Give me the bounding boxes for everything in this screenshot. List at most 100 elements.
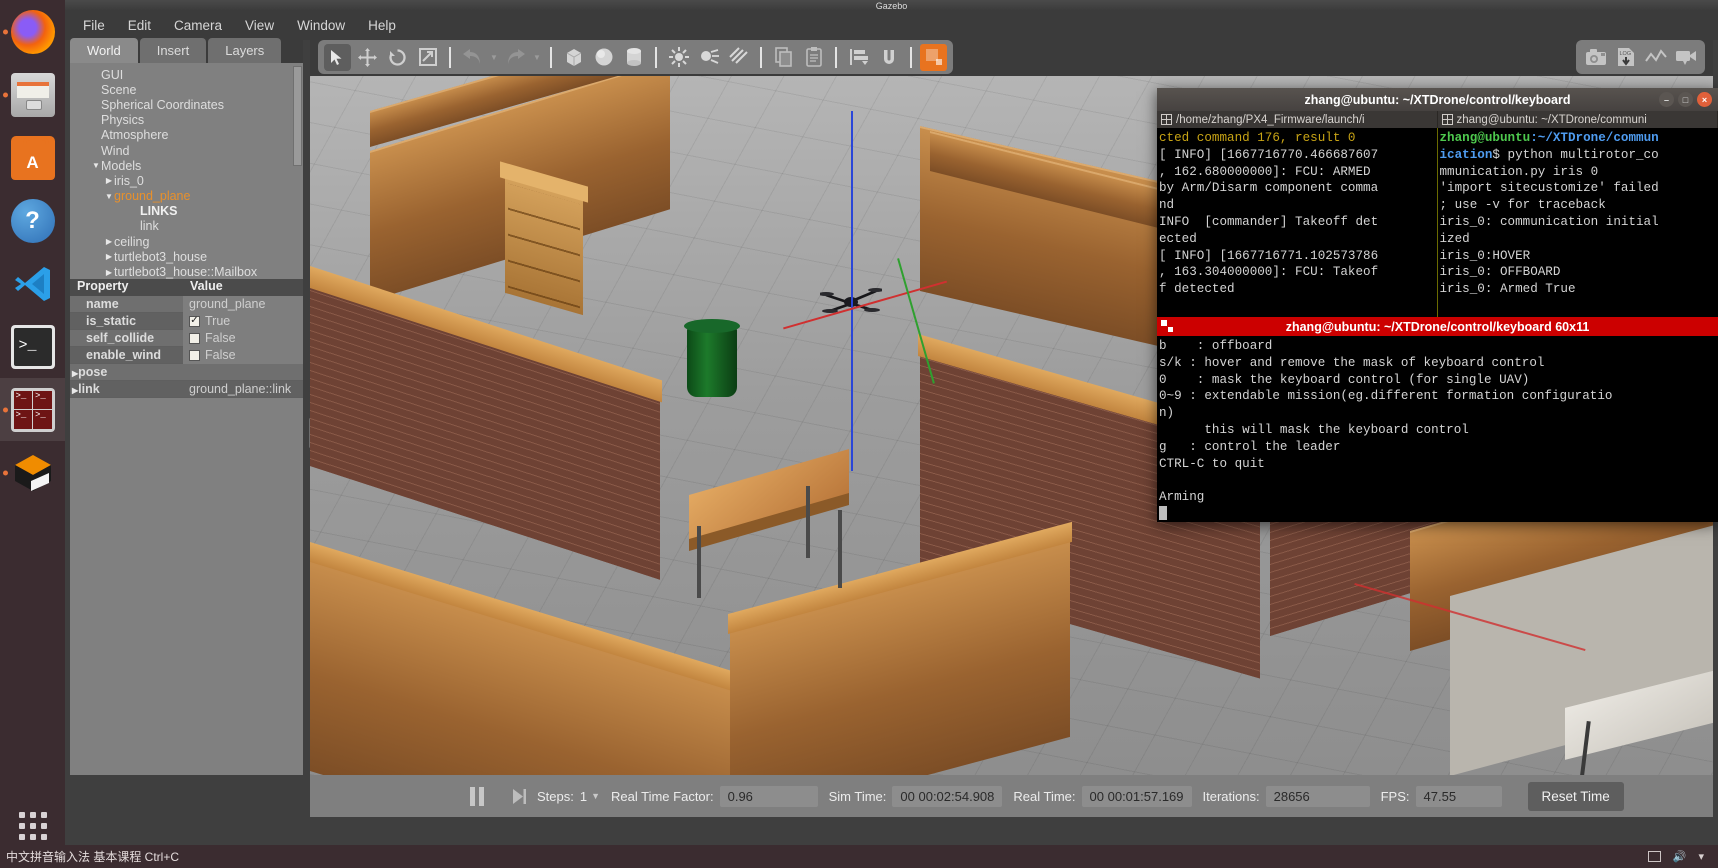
terminal-line: [ INFO] [1667716770.466687607 [1159, 147, 1379, 162]
sphere-icon[interactable] [590, 44, 617, 71]
launcher-item-help[interactable]: ? [0, 189, 65, 252]
tree-item-ground-plane[interactable]: ▼ ground_plane [70, 189, 303, 204]
launcher-item-firefox[interactable] [0, 0, 65, 63]
chevron-right-icon[interactable]: ▶ [104, 176, 114, 185]
tree-item-spherical-coordinates[interactable]: Spherical Coordinates [70, 97, 303, 112]
tree-item-label: turtlebot3_house [114, 249, 208, 264]
tree-item-iris-0[interactable]: ▶ iris_0 [70, 173, 303, 188]
launcher-item-software-store[interactable] [0, 126, 65, 189]
undo-dropdown-caret[interactable]: ▼ [489, 53, 499, 62]
box-icon[interactable] [560, 44, 587, 71]
tree-item-gui[interactable]: GUI [70, 67, 303, 82]
iterations-label: Iterations: [1202, 788, 1260, 804]
tree-item-physics[interactable]: Physics [70, 113, 303, 128]
tree-item-models[interactable]: ▼ Models [70, 158, 303, 173]
property-table: name ground_plane is_static ✓ True self_colli… [70, 295, 303, 398]
tree-item-wind[interactable]: Wind [70, 143, 303, 158]
terminal-titlebar[interactable]: zhang@ubuntu: ~/XTDrone/control/keyboard… [1157, 88, 1718, 111]
terminal-pane-keyboard[interactable]: b : offboard s/k : hover and remove the m… [1157, 336, 1718, 522]
tab-layers[interactable]: Layers [208, 38, 282, 63]
select-mode-icon[interactable] [324, 43, 351, 71]
property-row-name[interactable]: name ground_plane [70, 295, 303, 313]
chevron-down-icon[interactable]: ▼ [104, 192, 114, 201]
video-record-icon[interactable] [1672, 44, 1699, 71]
maximize-button[interactable]: □ [1678, 92, 1693, 107]
step-button[interactable] [512, 788, 526, 805]
chevron-right-icon[interactable]: ▶ [72, 386, 78, 395]
checkbox[interactable] [189, 332, 200, 344]
steps-dropdown-caret[interactable]: ▼ [591, 791, 600, 801]
paste-icon[interactable] [800, 44, 827, 71]
tree-item-link[interactable]: link [70, 219, 303, 234]
property-value[interactable]: False [183, 346, 303, 364]
tree-item-label: Atmosphere [101, 128, 169, 143]
reset-time-button[interactable]: Reset Time [1527, 781, 1624, 811]
launcher-item-terminal[interactable]: >_ [0, 315, 65, 378]
property-value: ground_plane::link [189, 382, 292, 396]
tree-item-scene[interactable]: Scene [70, 82, 303, 97]
translate-mode-icon[interactable] [354, 44, 381, 71]
gazebo-titlebar[interactable]: Gazebo [65, 0, 1718, 11]
network-icon[interactable]: ▾ [1698, 850, 1704, 863]
keyboard-icon[interactable] [1647, 851, 1661, 862]
terminal-pane-px4[interactable]: cted command 176, result 0 [ INFO] [16677… [1157, 128, 1438, 317]
view-angle-icon[interactable] [920, 43, 947, 71]
property-row-link[interactable]: ▶link ground_plane::link [70, 381, 303, 398]
tree-scrollbar[interactable] [293, 66, 302, 166]
copy-icon[interactable] [770, 44, 797, 71]
scale-mode-icon[interactable] [414, 44, 441, 71]
show-applications-button[interactable] [0, 812, 65, 840]
redo-dropdown-caret[interactable]: ▼ [532, 53, 542, 62]
volume-icon[interactable]: 🔊 [1673, 850, 1687, 863]
chevron-down-icon[interactable]: ▼ [91, 161, 101, 170]
property-row-self_collide[interactable]: self_collide False [70, 329, 303, 347]
tree-item-turtlebot3-house[interactable]: ▶ turtlebot3_house [70, 249, 303, 264]
property-row-is_static[interactable]: is_static ✓ True [70, 312, 303, 330]
directional-light-icon[interactable] [725, 44, 752, 71]
plot-icon[interactable] [1642, 44, 1669, 71]
property-value[interactable]: ✓ True [183, 312, 303, 330]
terminal-tab-1[interactable]: zhang@ubuntu: ~/XTDrone/communi [1438, 111, 1718, 128]
tab-insert[interactable]: Insert [139, 38, 207, 63]
minimize-button[interactable]: – [1659, 92, 1674, 107]
tab-world[interactable]: World [70, 38, 138, 63]
launcher-item-vscode[interactable] [0, 252, 65, 315]
launcher-item-gazebo[interactable] [0, 441, 65, 504]
point-light-icon[interactable] [665, 44, 692, 71]
chevron-right-icon[interactable]: ▶ [104, 268, 114, 277]
real-time-factor-value: 0.96 [719, 785, 818, 807]
terminal-path: ication [1439, 147, 1493, 162]
spot-light-icon[interactable] [695, 44, 722, 71]
terminal-pane-communication[interactable]: zhang@ubuntu:~/XTDrone/commun ication$ py… [1438, 128, 1718, 317]
property-value[interactable]: False [183, 329, 303, 347]
tree-item-ceiling[interactable]: ▶ ceiling [70, 234, 303, 249]
chevron-right-icon[interactable]: ▶ [72, 369, 78, 378]
toolbar-group-left: ▼ ▼ [318, 40, 953, 74]
pause-button[interactable] [470, 786, 484, 806]
tree-item-atmosphere[interactable]: Atmosphere [70, 128, 303, 143]
tree-item-links[interactable]: LINKS [70, 204, 303, 219]
tree-item-turtlebot3-house-mailbox[interactable]: ▶ turtlebot3_house::Mailbox [70, 264, 303, 279]
checkbox[interactable] [189, 349, 200, 361]
chevron-right-icon[interactable]: ▶ [104, 237, 114, 246]
chevron-right-icon[interactable]: ▶ [104, 252, 114, 261]
rotate-mode-icon[interactable] [384, 44, 411, 71]
terminal-tab-0[interactable]: /home/zhang/PX4_Firmware/launch/i [1157, 111, 1438, 128]
checkbox[interactable]: ✓ [189, 315, 200, 327]
terminal-window[interactable]: zhang@ubuntu: ~/XTDrone/control/keyboard… [1157, 88, 1718, 522]
close-button[interactable]: × [1697, 92, 1712, 107]
undo-icon[interactable] [459, 44, 486, 71]
cylinder-icon[interactable] [620, 44, 647, 71]
redo-icon[interactable] [502, 44, 529, 71]
property-value [183, 364, 303, 381]
log-record-icon[interactable]: LOG [1612, 44, 1639, 71]
align-icon[interactable] [845, 44, 872, 71]
screenshot-icon[interactable] [1582, 44, 1609, 71]
world-tree[interactable]: GUI Scene Spherical Coordinates Physics Atmo… [70, 63, 303, 281]
launcher-item-files[interactable] [0, 63, 65, 126]
property-row-pose[interactable]: ▶pose [70, 364, 303, 381]
snap-icon[interactable] [875, 44, 902, 71]
launcher-item-terminator[interactable]: >_ >_ >_ >_ [0, 378, 65, 441]
steps-value[interactable]: 1 [580, 789, 587, 804]
property-row-enable_wind[interactable]: enable_wind False [70, 346, 303, 364]
